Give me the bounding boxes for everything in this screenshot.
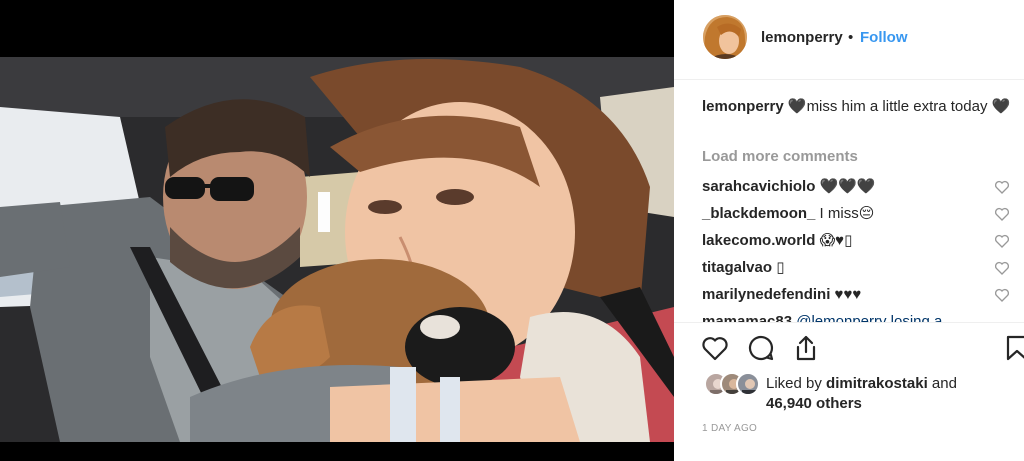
black-heart-icon: 🖤: [787, 98, 807, 115]
comment-item: sarahcavichiolo 🖤🖤🖤: [702, 177, 1024, 197]
liker-avatar: [736, 372, 760, 396]
liked-by-prefix: Liked by: [766, 375, 827, 392]
caption-text: miss him a little extra today: [806, 98, 988, 115]
post-side-panel: lemonperry • Follow lemonperry 🖤miss him…: [674, 0, 1024, 461]
comment-username[interactable]: mamamac83: [702, 313, 792, 322]
comment-username[interactable]: sarahcavichiolo: [702, 178, 815, 195]
author-avatar[interactable]: [703, 15, 747, 59]
post-photo[interactable]: [0, 57, 674, 442]
post-caption: lemonperry 🖤miss him a little extra toda…: [702, 97, 1014, 117]
separator-dot: •: [848, 29, 854, 46]
liker-avatars[interactable]: [704, 372, 764, 398]
comment-username[interactable]: titagalvao: [702, 259, 772, 276]
comment-item: mamamac83 @lemonperry losing a: [702, 312, 1024, 322]
comment-like-heart-icon[interactable]: [994, 233, 1010, 249]
comment-username[interactable]: _blackdemoon_: [702, 205, 815, 222]
follow-button[interactable]: Follow: [860, 29, 908, 46]
likes-summary: Liked by dimitrakostaki and 46,940 other…: [766, 374, 1016, 414]
comment-item: marilynedefendini ♥♥♥: [702, 285, 1024, 305]
load-more-comments-button[interactable]: Load more comments: [702, 148, 858, 165]
comment-item: _blackdemoon_ I miss😔: [702, 204, 1024, 224]
black-heart-icon: 🖤: [991, 98, 1011, 115]
comment-text: 🖤🖤🖤: [819, 178, 876, 195]
photo-frame: [0, 0, 674, 461]
share-icon[interactable]: [791, 333, 821, 363]
author-username[interactable]: lemonperry: [761, 29, 843, 46]
comment-text: ▯: [776, 259, 785, 276]
comment-text: ♥♥♥: [834, 286, 862, 303]
comment-username[interactable]: marilynedefendini: [702, 286, 830, 303]
post-timestamp[interactable]: 1 DAY AGO: [702, 423, 757, 434]
post-header: lemonperry • Follow: [674, 0, 1024, 80]
liked-by-and: and: [927, 375, 957, 392]
comment-item: titagalvao ▯: [702, 258, 1024, 278]
likes-count[interactable]: 46,940 others: [766, 395, 862, 412]
bookmark-icon[interactable]: [1002, 333, 1024, 363]
comment-text: 😱♥▯: [819, 232, 853, 249]
comment-like-heart-icon[interactable]: [994, 287, 1010, 303]
comment-text: @lemonperry losing a: [796, 313, 943, 322]
comment-like-heart-icon[interactable]: [994, 206, 1010, 222]
heart-icon[interactable]: [700, 333, 730, 363]
comment-like-heart-icon[interactable]: [994, 260, 1010, 276]
comment-icon[interactable]: [746, 333, 776, 363]
caption-username[interactable]: lemonperry: [702, 98, 784, 115]
liked-by-user[interactable]: dimitrakostaki: [826, 375, 928, 392]
comments-section[interactable]: lemonperry 🖤miss him a little extra toda…: [674, 81, 1024, 322]
comment-like-heart-icon[interactable]: [994, 179, 1010, 195]
comment-item: lakecomo.world 😱♥▯: [702, 231, 1024, 251]
comment-text: I miss😔: [819, 205, 875, 222]
post-actions: Liked by dimitrakostaki and 46,940 other…: [674, 322, 1024, 461]
comment-username[interactable]: lakecomo.world: [702, 232, 815, 249]
